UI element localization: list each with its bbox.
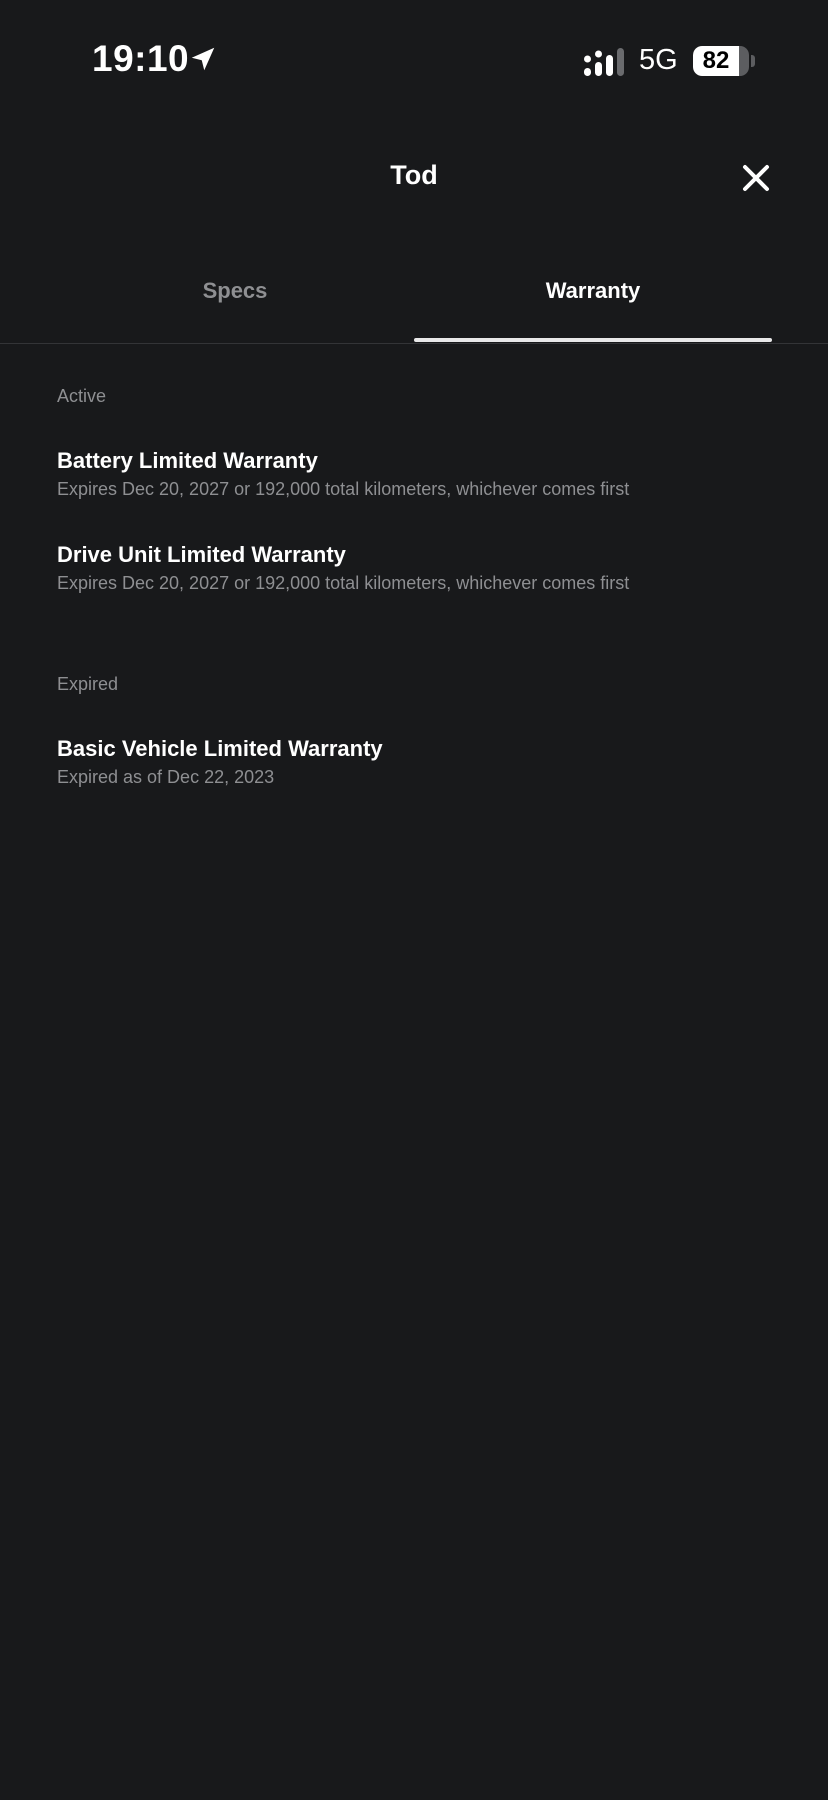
battery-level: 82 (702, 47, 730, 74)
section-label-active: Active (57, 386, 107, 406)
page-title: Tod (390, 160, 438, 190)
tab-bar: Specs Warranty (0, 270, 828, 344)
warranty-item-battery[interactable]: Battery Limited Warranty Expires Dec 20,… (57, 447, 777, 502)
section-label-expired: Expired (57, 674, 119, 694)
status-bar: 19:10 5G 82 (0, 0, 828, 120)
cellular-signal-icon (584, 48, 624, 76)
warranty-item-basic-vehicle[interactable]: Basic Vehicle Limited Warranty Expired a… (57, 735, 777, 790)
close-icon[interactable] (736, 158, 776, 198)
warranty-subtitle: Expires Dec 20, 2027 or 192,000 total ki… (57, 573, 630, 593)
warranty-subtitle: Expired as of Dec 22, 2023 (57, 767, 275, 787)
tab-specs[interactable]: Specs (56, 270, 414, 344)
warranty-screen: 19:10 5G 82 Tod Specs Warranty Active Ba… (0, 0, 828, 1800)
network-type-label: 5G (639, 44, 678, 76)
battery-cap (751, 55, 755, 67)
warranty-subtitle: Expires Dec 20, 2027 or 192,000 total ki… (57, 479, 630, 499)
warranty-title: Drive Unit Limited Warranty (57, 542, 346, 567)
warranty-title: Basic Vehicle Limited Warranty (57, 736, 383, 761)
active-tab-indicator (414, 338, 772, 342)
tabs-divider (0, 343, 828, 344)
warranty-title: Battery Limited Warranty (57, 448, 318, 473)
warranty-item-drive-unit[interactable]: Drive Unit Limited Warranty Expires Dec … (57, 541, 777, 596)
location-arrow-icon (191, 47, 215, 71)
status-time: 19:10 (92, 38, 190, 79)
tab-warranty[interactable]: Warranty (414, 270, 772, 344)
battery-icon: 82 (693, 46, 749, 76)
